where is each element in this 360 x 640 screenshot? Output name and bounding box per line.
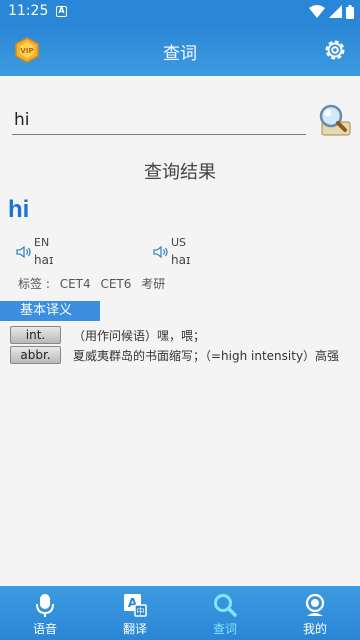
nav-tab-lookup[interactable]: 查词 [180, 586, 270, 640]
definition-text: 夏威夷群岛的书面缩写；（=high intensity）高强 [73, 349, 340, 363]
signal-icon [329, 5, 342, 18]
profile-icon [305, 593, 325, 616]
pronunciation-label: US [171, 236, 187, 249]
pronunciation-us[interactable]: US haɪ [153, 236, 273, 272]
nav-label: 翻译 [122, 622, 147, 636]
speaker-icon[interactable] [153, 244, 169, 260]
notification-icon: A [56, 6, 67, 17]
gear-icon[interactable] [322, 37, 348, 63]
part-of-speech-tag: abbr. [10, 346, 61, 364]
nav-tab-profile[interactable]: 我的 [270, 586, 360, 640]
translate-icon: A 中 [124, 594, 147, 617]
definition-text: （用作问候语）嘿，喂； [73, 329, 206, 343]
nav-label: 查词 [212, 622, 237, 636]
system-icons [309, 5, 354, 19]
svg-text:中: 中 [137, 606, 145, 616]
result-heading: 查询结果 [144, 162, 216, 183]
nav-tab-translate[interactable]: A 中 翻译 [90, 586, 180, 640]
search-icon [214, 594, 237, 617]
bottom-navigation: 语音 A 中 翻译 查词 我的 [0, 586, 360, 640]
status-time: 11:25 [8, 3, 49, 19]
tag: CET6 [100, 277, 132, 291]
nav-label: 我的 [302, 622, 327, 636]
definition-row: int. （用作问候语）嘿，喂； [10, 326, 360, 344]
page-title: 查词 [163, 44, 197, 64]
magnifier-search-button[interactable] [316, 102, 352, 138]
battery-icon [346, 5, 354, 19]
result-word: hi [8, 196, 30, 223]
pronunciation-en[interactable]: EN haɪ [16, 236, 136, 272]
wifi-icon [309, 5, 325, 18]
search-input[interactable] [12, 105, 306, 135]
microphone-icon [36, 594, 54, 617]
pronunciation-ipa: haɪ [171, 253, 191, 267]
nav-tab-voice[interactable]: 语音 [0, 586, 90, 640]
definition-row: abbr. 夏威夷群岛的书面缩写；（=high intensity）高强 [10, 346, 360, 364]
search-bar [12, 100, 352, 140]
pronunciation-label: EN [34, 236, 50, 249]
part-of-speech-tag: int. [10, 326, 61, 344]
tag: 考研 [141, 277, 166, 291]
speaker-icon[interactable] [16, 244, 32, 260]
pronunciation-ipa: haɪ [34, 253, 54, 267]
tags-label: 标签 : [18, 277, 50, 291]
status-bar: 11:25 A [0, 0, 360, 24]
nav-label: 语音 [32, 622, 57, 636]
word-tags: 标签 : CET4 CET6 考研 [18, 275, 171, 292]
app-header: VIP 查词 [0, 24, 360, 76]
tag: CET4 [59, 277, 91, 291]
section-heading-basic-meaning: 基本译义 [0, 301, 100, 321]
